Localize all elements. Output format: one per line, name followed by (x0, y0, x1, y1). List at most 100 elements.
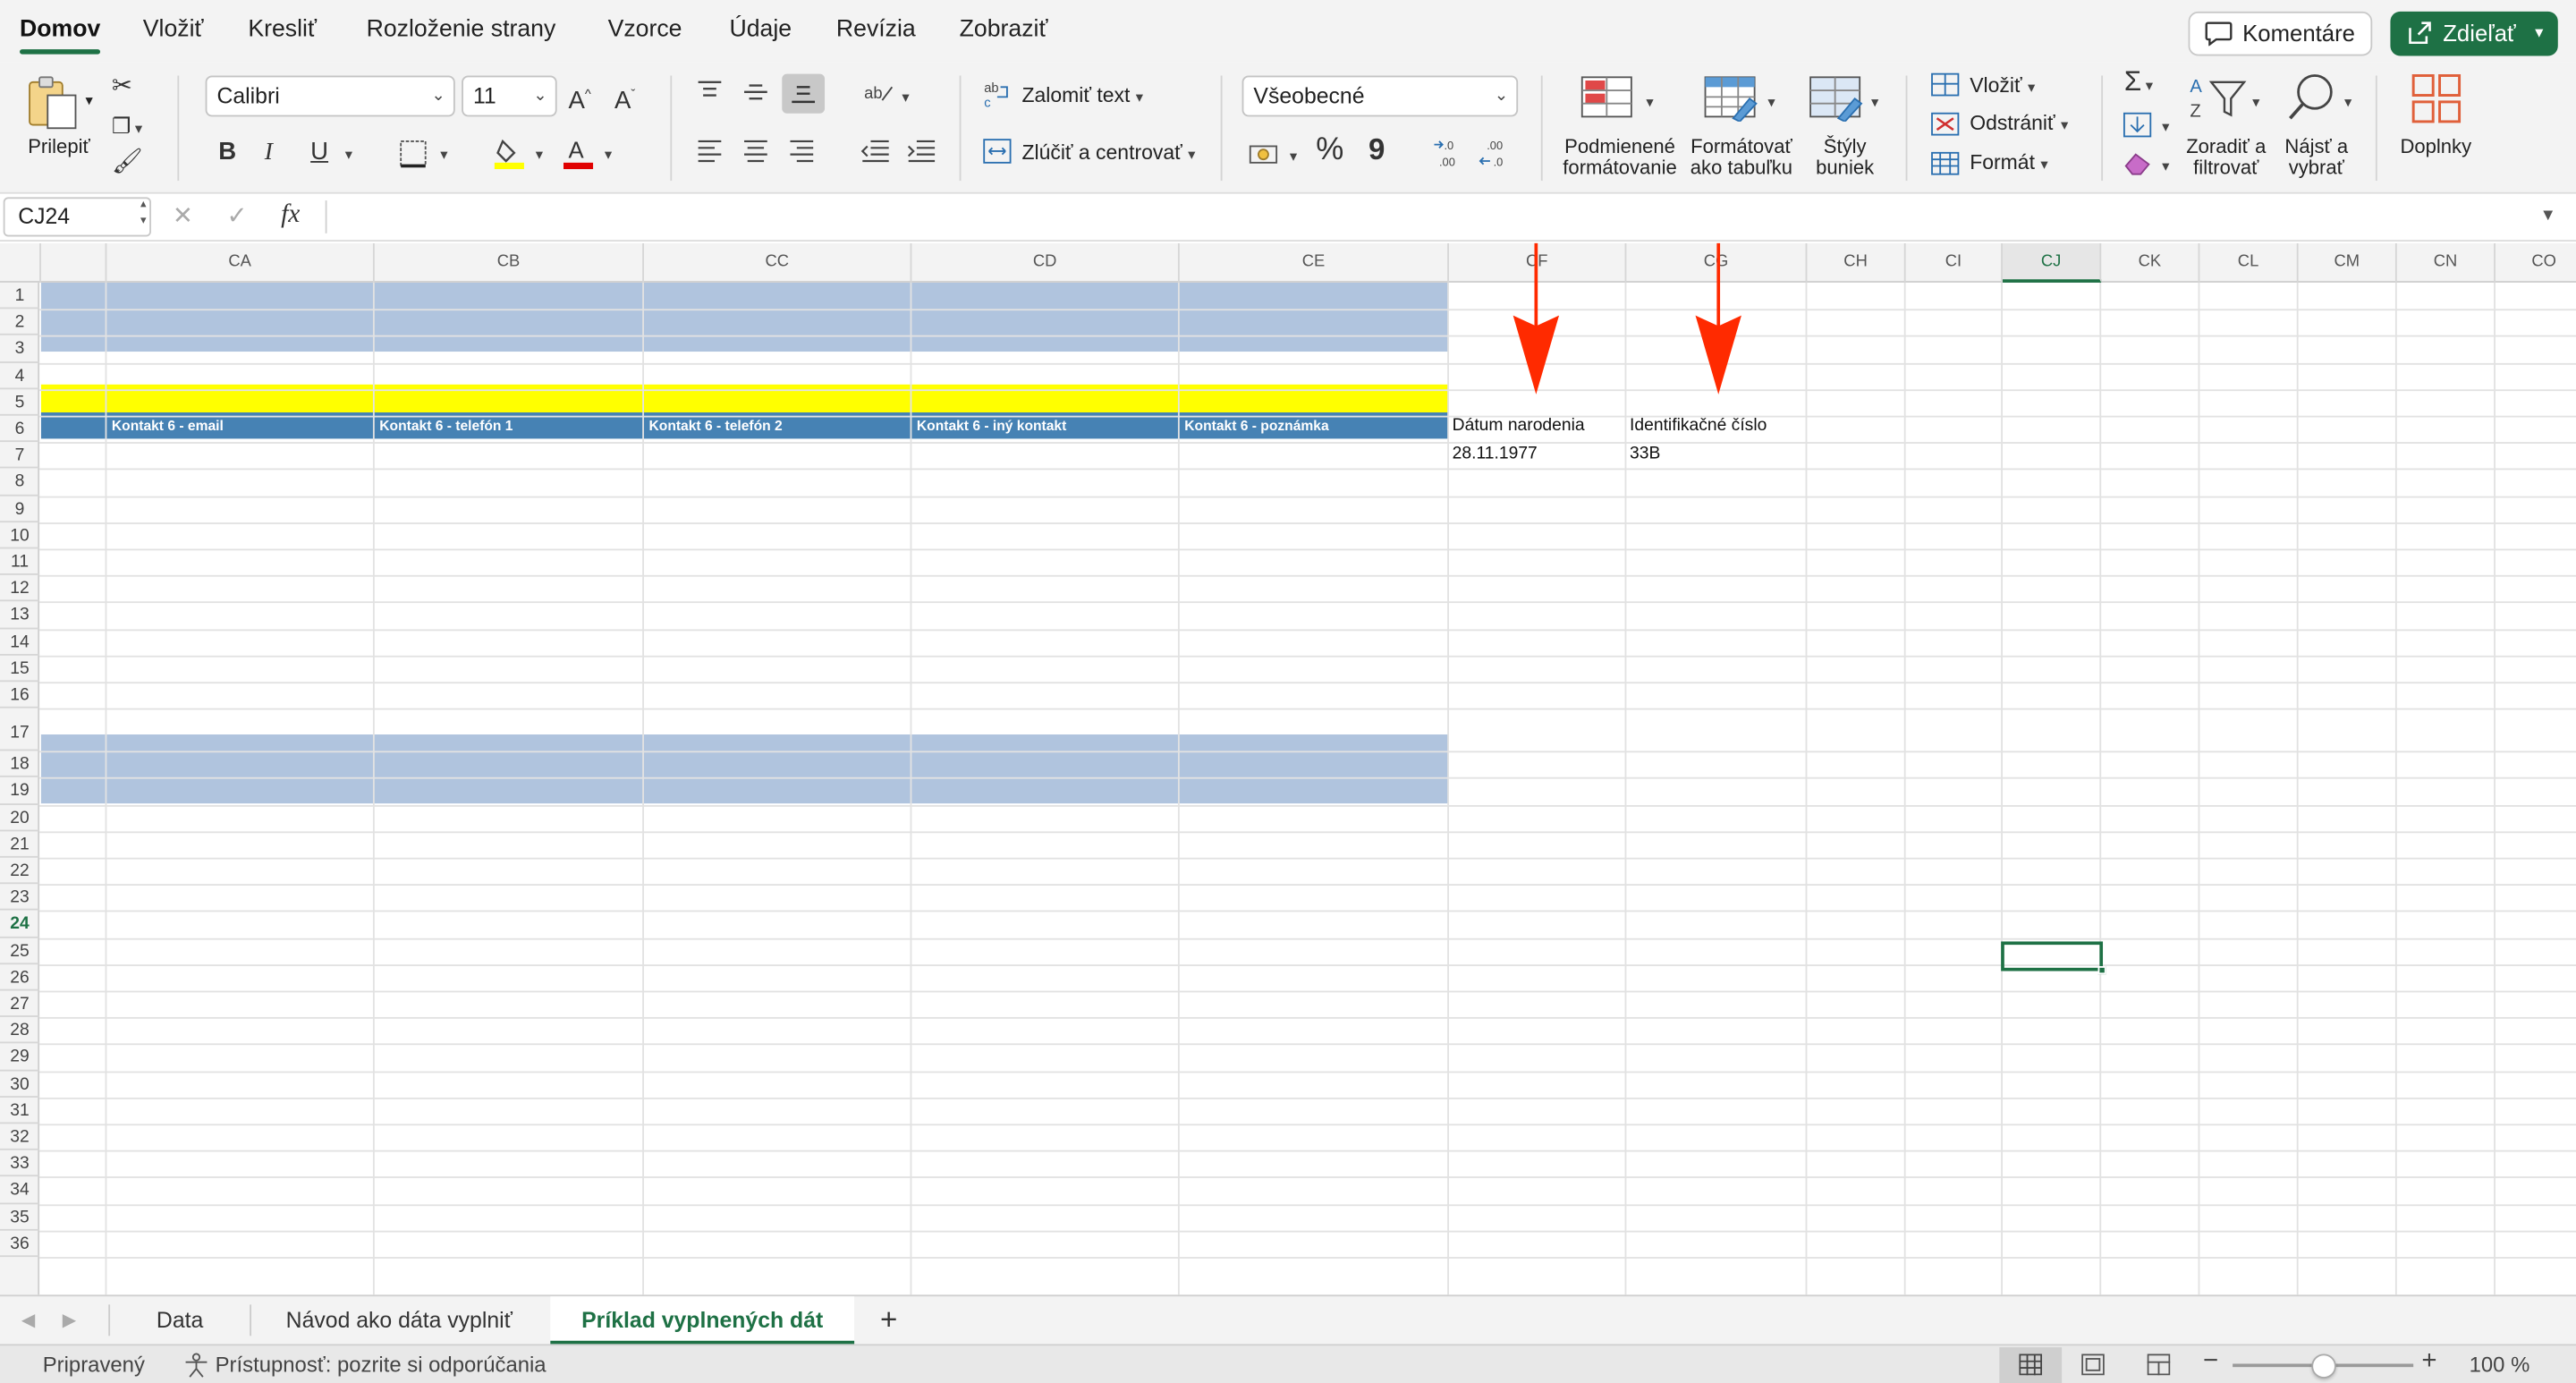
row-header-3[interactable]: 3 (0, 335, 40, 363)
find-select-label[interactable]: Nájsť a vybrať (2277, 136, 2356, 179)
row-header-10[interactable]: 10 (0, 522, 40, 549)
autosum-icon[interactable]: Σ ▾ (2124, 66, 2153, 100)
format-cells-button[interactable]: Formát ▾ (1970, 152, 2047, 176)
tab-draw[interactable]: Kresliť (248, 16, 317, 42)
column-header-CN[interactable]: CN (2397, 242, 2496, 283)
cell-styles-dropdown-icon[interactable]: ▾ (1871, 92, 1878, 114)
cell-styles-label[interactable]: Štýly buniek (1797, 136, 1893, 179)
add-sheet-button[interactable]: + (864, 1296, 913, 1344)
cell-CG5[interactable]: Identifikačné číslo (1630, 416, 1767, 436)
scroll-right-icon[interactable]: ▶ (63, 1306, 77, 1336)
row-header-18[interactable]: 18 (0, 751, 40, 778)
row-header-17[interactable]: 17 (0, 708, 40, 751)
row-header-5[interactable]: 5 (0, 389, 40, 416)
column-header-CH[interactable]: CH (1807, 242, 1906, 283)
row-header-1[interactable]: 1 (0, 283, 40, 310)
conditional-formatting-label[interactable]: Podmienené formátovanie (1555, 136, 1686, 179)
cell-CB5[interactable]: Kontakt 6 - telefón 1 (379, 418, 513, 434)
bold-button[interactable]: B (218, 138, 236, 167)
insert-cells-icon[interactable] (1930, 72, 1960, 98)
clear-icon[interactable] (2123, 151, 2152, 176)
align-bottom-button[interactable] (782, 73, 826, 114)
decrease-font-icon[interactable]: Aˇ (614, 81, 635, 116)
tab-insert[interactable]: Vložiť (143, 16, 204, 42)
sheet-tab-data[interactable]: Data (110, 1296, 250, 1344)
fill-down-icon[interactable] (2123, 112, 2152, 138)
borders-icon[interactable] (399, 140, 427, 168)
comments-button[interactable]: Komentáre (2188, 11, 2373, 56)
delete-cells-icon[interactable] (1930, 112, 1960, 137)
row-header-11[interactable]: 11 (0, 548, 40, 576)
row-header-8[interactable]: 8 (0, 469, 40, 496)
row-header-26[interactable]: 26 (0, 964, 40, 991)
row-header-28[interactable]: 28 (0, 1017, 40, 1045)
row-header-2[interactable]: 2 (0, 310, 40, 336)
cell-CD5[interactable]: Kontakt 6 - iný kontakt (917, 418, 1066, 434)
row-header-7[interactable]: 7 (0, 442, 40, 470)
tab-page-layout[interactable]: Rozloženie strany (367, 16, 556, 42)
row-header-9[interactable]: 9 (0, 496, 40, 522)
row-header-14[interactable]: 14 (0, 629, 40, 656)
copy-icon[interactable]: ❐ ▾ (112, 112, 142, 143)
sort-filter-icon[interactable]: AZ (2189, 72, 2248, 122)
accessibility-icon[interactable] (182, 1353, 210, 1379)
column-header-CL[interactable]: CL (2199, 242, 2299, 283)
selected-cell-CJ24[interactable] (2001, 941, 2106, 975)
underline-button[interactable]: U (310, 138, 328, 167)
row-header-4[interactable]: 4 (0, 362, 40, 389)
orientation-icon[interactable]: ab (862, 79, 895, 105)
format-as-table-icon[interactable] (1704, 75, 1759, 122)
row-header-35[interactable]: 35 (0, 1204, 40, 1231)
cell-CF6[interactable]: 28.11.1977 (1453, 444, 1538, 463)
merge-center-icon[interactable] (982, 138, 1012, 164)
format-painter-icon[interactable]: 🖌 (112, 148, 143, 177)
row-header-13[interactable]: 13 (0, 602, 40, 629)
sort-filter-dropdown-icon[interactable]: ▾ (2252, 92, 2259, 114)
row-header-33[interactable]: 33 (0, 1150, 40, 1177)
cancel-icon[interactable]: ✕ (173, 202, 193, 232)
row-header-22[interactable]: 22 (0, 858, 40, 885)
cut-icon[interactable]: ✂ (112, 72, 132, 102)
row-header-29[interactable]: 29 (0, 1044, 40, 1071)
insert-function-button[interactable]: fx (281, 200, 300, 230)
column-header-CE[interactable]: CE (1180, 242, 1450, 283)
cell-CC5[interactable]: Kontakt 6 - telefón 2 (649, 418, 783, 434)
wrap-text-button[interactable]: Zalomiť text ▾ (1021, 85, 1143, 109)
column-header-CO[interactable]: CO (2496, 243, 2576, 283)
italic-button[interactable]: I (265, 138, 273, 167)
orientation-dropdown-icon[interactable]: ▾ (902, 87, 909, 108)
align-middle-icon[interactable] (742, 81, 768, 104)
comma-style-button[interactable]: 9 (1368, 135, 1385, 165)
row-header-30[interactable]: 30 (0, 1071, 40, 1098)
font-color-icon[interactable]: A (562, 136, 595, 170)
font-color-dropdown-icon[interactable]: ▾ (605, 145, 612, 166)
row-header-27[interactable]: 27 (0, 991, 40, 1018)
sort-filter-label[interactable]: Zoradiť a filtrovať (2180, 136, 2272, 179)
font-size-select[interactable]: 11 ⌄ (462, 75, 557, 117)
zoom-level[interactable]: 100 % (2470, 1353, 2530, 1378)
borders-dropdown-icon[interactable]: ▾ (440, 145, 447, 166)
column-header-CD[interactable]: CD (911, 242, 1180, 283)
format-cells-icon[interactable] (1930, 151, 1960, 176)
normal-view-button[interactable] (1999, 1347, 2063, 1383)
conditional-formatting-dropdown-icon[interactable]: ▾ (1646, 92, 1653, 114)
align-left-icon[interactable] (697, 140, 723, 163)
find-select-icon[interactable] (2287, 72, 2336, 122)
name-box[interactable]: CJ24 ▴ ▾ (3, 197, 151, 237)
paste-dropdown-icon[interactable]: ▾ (86, 90, 93, 112)
increase-decimal-icon[interactable]: .0.00 (1433, 136, 1469, 169)
conditional-formatting-icon[interactable] (1580, 75, 1636, 121)
cell-CA5[interactable]: Kontakt 6 - email (112, 418, 224, 434)
spreadsheet-grid[interactable]: CA CB CC CD CE CF CG CH CI CJ CK CL CM C… (0, 242, 2576, 1295)
share-button[interactable]: Zdieľať ▾ (2390, 11, 2558, 56)
merge-center-button[interactable]: Zlúčiť a centrovať ▾ (1021, 142, 1195, 166)
row-header-20[interactable]: 20 (0, 804, 40, 831)
increase-indent-icon[interactable] (907, 140, 936, 163)
underline-dropdown-icon[interactable]: ▾ (345, 145, 352, 166)
enter-icon[interactable]: ✓ (226, 202, 247, 232)
row-header-16[interactable]: 16 (0, 682, 40, 708)
zoom-out-button[interactable]: − (2203, 1347, 2218, 1377)
row-header-21[interactable]: 21 (0, 831, 40, 858)
font-name-select[interactable]: Calibri ⌄ (205, 75, 455, 117)
cell-CE5[interactable]: Kontakt 6 - poznámka (1184, 418, 1328, 434)
